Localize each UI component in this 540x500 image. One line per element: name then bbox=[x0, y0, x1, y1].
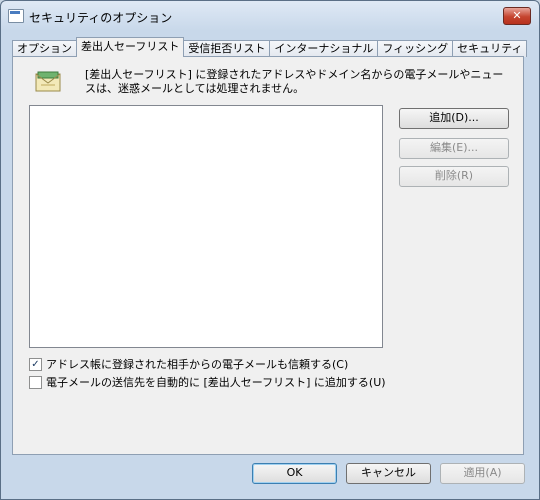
tab-international[interactable]: インターナショナル bbox=[269, 40, 379, 57]
trust-address-book-option[interactable]: ✓ アドレス帳に登録された相手からの電子メールも信頼する(C) bbox=[29, 356, 348, 372]
title-bar[interactable]: セキュリティのオプション ✕ bbox=[1, 1, 539, 31]
window-title: セキュリティのオプション bbox=[29, 11, 173, 25]
trust-address-book-label: アドレス帳に登録された相手からの電子メールも信頼する(C) bbox=[46, 358, 349, 371]
tab-security[interactable]: セキュリティ bbox=[452, 40, 528, 57]
mail-app-icon bbox=[8, 9, 24, 23]
panel-description: [差出人セーフリスト] に登録されたアドレスやドメイン名からの電子メールやニュー… bbox=[85, 68, 504, 95]
safe-senders-list[interactable] bbox=[29, 105, 383, 348]
delete-button[interactable]: 削除(R) bbox=[399, 166, 509, 187]
auto-add-recipients-label: 電子メールの送信先を自動的に [差出人セーフリスト] に追加する(U) bbox=[46, 376, 386, 389]
ok-button[interactable]: OK bbox=[252, 463, 337, 484]
security-options-dialog: セキュリティのオプション ✕ オプション 差出人セーフリスト 受信拒否リスト イ… bbox=[0, 0, 540, 500]
tab-blocked-senders[interactable]: 受信拒否リスト bbox=[183, 40, 271, 57]
auto-add-recipients-option[interactable]: 電子メールの送信先を自動的に [差出人セーフリスト] に追加する(U) bbox=[29, 374, 386, 390]
tab-options[interactable]: オプション bbox=[12, 40, 77, 57]
auto-add-recipients-checkbox[interactable] bbox=[29, 375, 42, 389]
close-button[interactable]: ✕ bbox=[503, 7, 531, 25]
tab-safe-senders[interactable]: 差出人セーフリスト bbox=[76, 37, 185, 57]
apply-button[interactable]: 適用(A) bbox=[440, 463, 525, 484]
add-button[interactable]: 追加(D)... bbox=[399, 108, 509, 129]
safe-mail-icon bbox=[35, 71, 61, 92]
edit-button[interactable]: 編集(E)... bbox=[399, 138, 509, 159]
safe-senders-panel: [差出人セーフリスト] に登録されたアドレスやドメイン名からの電子メールやニュー… bbox=[12, 56, 524, 455]
cancel-button[interactable]: キャンセル bbox=[346, 463, 431, 484]
tab-strip: オプション 差出人セーフリスト 受信拒否リスト インターナショナル フィッシング… bbox=[12, 37, 528, 57]
trust-address-book-checkbox[interactable]: ✓ bbox=[29, 357, 42, 371]
tab-phishing[interactable]: フィッシング bbox=[377, 40, 454, 57]
